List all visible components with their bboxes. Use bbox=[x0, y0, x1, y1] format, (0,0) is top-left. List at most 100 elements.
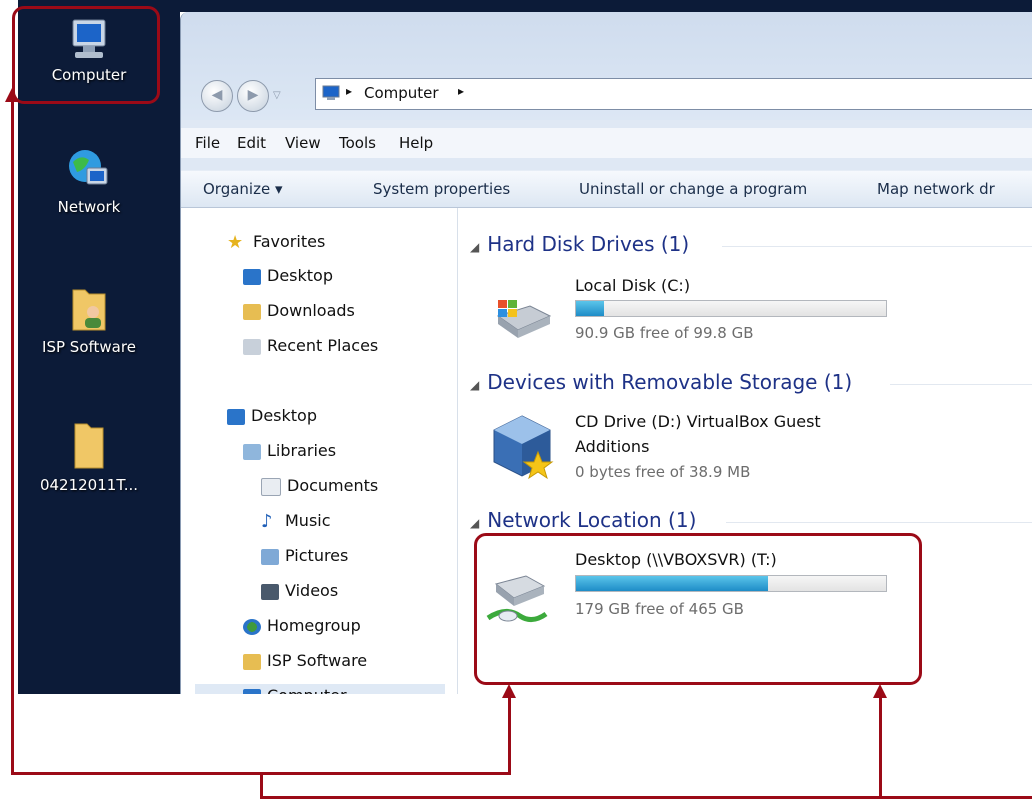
computer-small-icon bbox=[322, 85, 340, 100]
windows-drive-icon bbox=[496, 300, 552, 338]
group-divider bbox=[890, 384, 1032, 385]
virtualbox-cd-icon bbox=[493, 415, 554, 480]
group-header-removable[interactable]: ◢ Devices with Removable Storage (1) bbox=[470, 370, 852, 394]
system-properties-button[interactable]: System properties bbox=[373, 180, 510, 198]
nav-label: ISP Software bbox=[267, 651, 368, 670]
forward-arrow-icon: ▶ bbox=[247, 87, 259, 103]
highlight-computer-icon bbox=[12, 6, 160, 104]
nav-isp-software[interactable]: ISP Software bbox=[243, 649, 367, 673]
user-folder-icon bbox=[72, 289, 106, 331]
music-icon: ♪ bbox=[261, 510, 273, 532]
usage-fill bbox=[576, 301, 604, 316]
map-network-drive-button[interactable]: Map network dr bbox=[877, 180, 995, 198]
nav-fav-downloads[interactable]: Downloads bbox=[243, 299, 355, 323]
nav-fav-desktop[interactable]: Desktop bbox=[243, 264, 333, 288]
nav-libraries[interactable]: Libraries bbox=[243, 439, 336, 463]
cd-drive-name-line2[interactable]: Additions bbox=[575, 437, 649, 456]
user-folder-small-icon bbox=[243, 653, 261, 670]
annotation-line bbox=[508, 696, 511, 775]
desktop-small-icon bbox=[243, 268, 261, 285]
nav-label: Recent Places bbox=[267, 336, 379, 355]
menu-file[interactable]: File bbox=[195, 134, 220, 152]
nav-label: Music bbox=[285, 511, 331, 530]
annotation-line bbox=[879, 696, 882, 798]
menu-bar: File Edit View Tools Help bbox=[181, 128, 1032, 158]
desktop-icon-label: ISP Software bbox=[42, 338, 136, 356]
local-disk-free-space: 90.9 GB free of 99.8 GB bbox=[575, 324, 754, 342]
menu-view[interactable]: View bbox=[285, 134, 321, 152]
arrowhead-up-icon bbox=[5, 88, 19, 102]
nav-label: Desktop bbox=[251, 406, 317, 425]
group-header-hard-disk[interactable]: ◢ Hard Disk Drives (1) bbox=[470, 232, 689, 256]
command-bar: Organize ▾ System properties Uninstall o… bbox=[181, 170, 1032, 208]
nav-favorites[interactable]: ★ Favorites bbox=[227, 230, 325, 254]
documents-icon bbox=[261, 477, 281, 496]
local-disk-item[interactable] bbox=[482, 284, 568, 348]
uninstall-program-button[interactable]: Uninstall or change a program bbox=[579, 180, 807, 198]
videos-icon bbox=[261, 583, 279, 600]
desktop-icon-folder[interactable]: 04212011T... bbox=[18, 418, 160, 494]
desktop-icon-network[interactable]: Network bbox=[18, 146, 160, 216]
nav-pictures[interactable]: Pictures bbox=[261, 544, 348, 568]
downloads-folder-icon bbox=[243, 303, 261, 320]
address-crumb-chevron-icon[interactable]: ▸ bbox=[458, 84, 464, 98]
address-separator-icon[interactable]: ▸ bbox=[346, 84, 352, 98]
nav-label: Pictures bbox=[285, 546, 349, 565]
nav-computer[interactable]: Computer bbox=[195, 684, 445, 694]
collapse-triangle-icon: ◢ bbox=[470, 516, 480, 530]
highlight-network-drive bbox=[474, 533, 922, 685]
local-disk-name[interactable]: Local Disk (C:) bbox=[575, 276, 690, 295]
desktop-icon-label: 04212011T... bbox=[39, 476, 139, 494]
local-disk-usage-bar bbox=[575, 300, 887, 317]
desktop-small-icon bbox=[227, 408, 245, 425]
cd-drive-name-line1[interactable]: CD Drive (D:) VirtualBox Guest bbox=[575, 412, 821, 431]
nav-videos[interactable]: Videos bbox=[261, 579, 338, 603]
cd-drive-free-space: 0 bytes free of 38.9 MB bbox=[575, 463, 751, 481]
desktop: Computer Network ISP Software 04212011T.… bbox=[18, 0, 180, 694]
desktop-icon-label: Network bbox=[57, 198, 121, 216]
nav-label: Videos bbox=[285, 581, 339, 600]
nav-label: Libraries bbox=[267, 441, 337, 460]
arrowhead-up-icon bbox=[502, 684, 516, 698]
group-divider bbox=[726, 522, 1032, 523]
address-bar[interactable]: ▸ Computer ▸ bbox=[315, 78, 1032, 110]
collapse-triangle-icon: ◢ bbox=[470, 240, 480, 254]
group-title: Devices with Removable Storage (1) bbox=[487, 370, 853, 394]
group-header-network[interactable]: ◢ Network Location (1) bbox=[470, 508, 696, 532]
nav-label: Downloads bbox=[267, 301, 355, 320]
menu-edit[interactable]: Edit bbox=[237, 134, 266, 152]
arrowhead-up-icon bbox=[873, 684, 887, 698]
recent-pages-dropdown-icon[interactable]: ▽ bbox=[273, 90, 281, 101]
nav-fav-recent-places[interactable]: Recent Places bbox=[243, 334, 378, 358]
nav-music[interactable]: ♪ Music bbox=[261, 509, 331, 533]
collapse-triangle-icon: ◢ bbox=[470, 378, 480, 392]
nav-label: Homegroup bbox=[267, 616, 361, 635]
nav-desktop[interactable]: Desktop bbox=[227, 404, 317, 428]
address-crumb-computer[interactable]: Computer bbox=[364, 84, 439, 102]
menu-tools[interactable]: Tools bbox=[339, 134, 376, 152]
nav-label: Computer bbox=[267, 686, 347, 694]
cd-drive-icon-box[interactable] bbox=[490, 414, 554, 484]
organize-button[interactable]: Organize ▾ bbox=[203, 180, 283, 198]
back-button[interactable]: ◀ bbox=[201, 80, 233, 112]
navigation-pane: ★ Favorites Desktop Downloads Recent Plac… bbox=[181, 208, 458, 694]
nav-label: Favorites bbox=[253, 232, 326, 251]
back-arrow-icon: ◀ bbox=[211, 87, 223, 103]
nav-documents[interactable]: Documents bbox=[261, 474, 378, 498]
nav-label: Desktop bbox=[267, 266, 333, 285]
annotation-line bbox=[11, 100, 14, 774]
libraries-icon bbox=[243, 443, 261, 460]
group-divider bbox=[722, 246, 1032, 247]
nav-homegroup[interactable]: Homegroup bbox=[243, 614, 361, 638]
nav-label: Documents bbox=[287, 476, 379, 495]
desktop-icon-isp-software[interactable]: ISP Software bbox=[18, 284, 160, 356]
recent-places-icon bbox=[243, 338, 261, 355]
pictures-icon bbox=[261, 548, 279, 565]
menu-help[interactable]: Help bbox=[399, 134, 433, 152]
forward-button[interactable]: ▶ bbox=[237, 80, 269, 112]
homegroup-icon bbox=[243, 618, 261, 635]
group-title: Hard Disk Drives (1) bbox=[487, 232, 690, 256]
network-icon bbox=[69, 150, 108, 185]
star-icon: ★ bbox=[227, 231, 244, 253]
group-title: Network Location (1) bbox=[487, 508, 697, 532]
